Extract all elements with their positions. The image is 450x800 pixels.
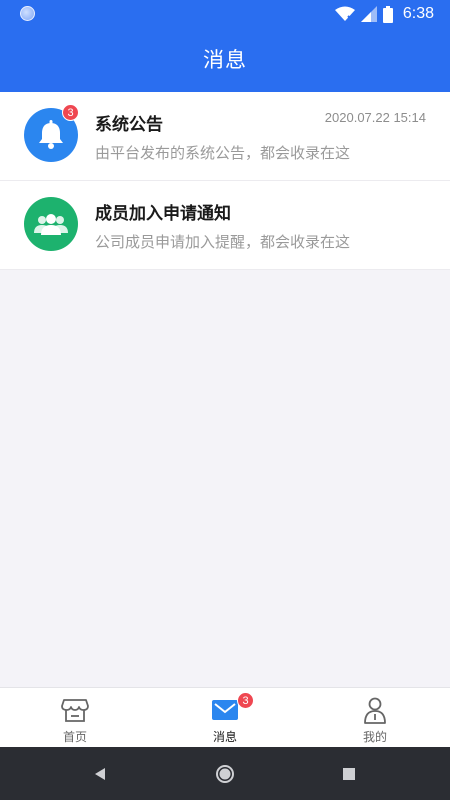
wifi-icon — [334, 6, 355, 22]
home-circle-icon — [216, 764, 234, 783]
back-button[interactable] — [85, 747, 115, 800]
battery-icon — [382, 5, 393, 23]
message-subtitle: 公司成员申请加入提醒，都会收录在这 — [95, 233, 351, 251]
message-title: 成员加入申请通知 — [95, 204, 231, 224]
tab-me[interactable]: 我的 — [300, 688, 450, 748]
page-title: 消息 — [203, 48, 247, 72]
bottom-tab-bar: 首页 消息 我的 — [0, 687, 450, 747]
tab-label: 首页 — [62, 730, 87, 744]
tab-home[interactable]: 首页 — [0, 688, 150, 748]
messages-tab-badge: 3 — [237, 692, 254, 709]
user-icon — [364, 697, 386, 724]
status-bar: 6:38 — [0, 0, 450, 28]
home-button[interactable] — [210, 747, 240, 800]
app-header: 6:38 消息 — [0, 0, 450, 92]
signal-icon — [360, 6, 377, 22]
recents-button[interactable] — [334, 747, 364, 800]
tab-label: 消息 — [212, 730, 237, 744]
message-list: 系统公告 2020.07.22 15:14 由平台发布的系统公告，都会收录在这 … — [0, 92, 450, 270]
tab-messages[interactable]: 消息 — [150, 688, 300, 748]
store-icon — [61, 699, 89, 722]
message-item-member-request[interactable]: 3 成员加入申请通知 公司成员申请加入提醒，都会收录在这 — [0, 104, 450, 270]
mail-icon — [212, 700, 238, 720]
recents-square-icon — [343, 767, 355, 780]
message-title: 系统公告 — [95, 115, 163, 135]
message-subtitle: 由平台发布的系统公告，都会收录在这 — [95, 144, 351, 162]
tab-label: 我的 — [362, 730, 387, 744]
status-icons: 6:38 — [334, 4, 434, 24]
member-request-avatar — [24, 197, 78, 251]
member-request-badge: 3 — [62, 104, 79, 121]
back-triangle-icon — [95, 767, 105, 780]
system-nav-bar — [0, 747, 450, 800]
group-icon — [34, 214, 68, 235]
message-time: 2020.07.22 15:14 — [324, 110, 426, 125]
notification-dot-icon — [20, 6, 35, 21]
status-time: 6:38 — [402, 5, 434, 22]
